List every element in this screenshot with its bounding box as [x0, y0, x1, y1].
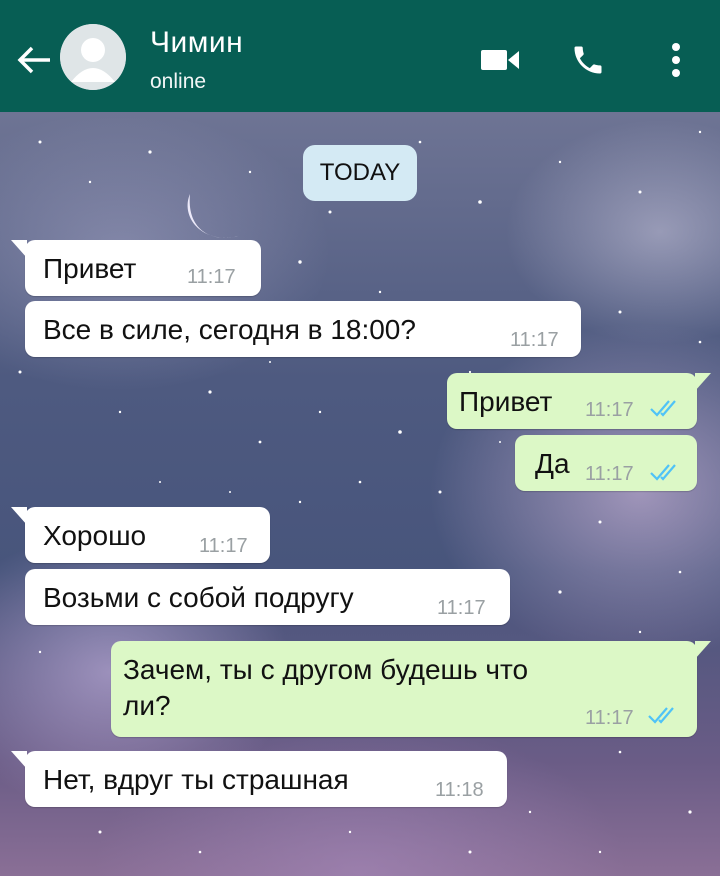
double-check-icon — [650, 464, 676, 481]
back-button[interactable] — [14, 40, 54, 80]
double-check-icon — [650, 400, 676, 417]
chat-header: Чимин online — [0, 0, 720, 112]
message-text: Привет — [459, 386, 553, 417]
message-time: 11:17 — [585, 707, 634, 729]
message-time: 11:18 — [435, 779, 484, 801]
message-text-line2: ли? — [123, 690, 171, 721]
contact-status: online — [150, 70, 207, 93]
message-incoming[interactable]: Все в силе, сегодня в 18:00? 11:17 — [25, 301, 581, 357]
message-text: Да — [535, 448, 570, 479]
arrow-left-icon — [17, 46, 50, 74]
message-time: 11:17 — [187, 266, 236, 288]
contact-name[interactable]: Чимин — [150, 26, 243, 60]
bubble-tail — [11, 751, 27, 769]
message-text: Привет — [43, 253, 137, 284]
phone-icon — [574, 46, 602, 74]
video-call-button[interactable] — [478, 38, 522, 82]
message-incoming[interactable]: Привет 11:17 — [11, 240, 261, 296]
message-incoming[interactable]: Хорошо 11:17 — [11, 507, 270, 563]
more-options-button[interactable] — [654, 38, 698, 82]
bubble-tail — [695, 373, 711, 391]
message-time: 11:17 — [510, 329, 559, 351]
message-time: 11:17 — [437, 597, 486, 619]
bubble-tail — [11, 240, 27, 258]
crescent-moon-icon — [187, 194, 238, 238]
avatar[interactable] — [60, 24, 126, 90]
message-time: 11:17 — [199, 535, 248, 557]
bubble-tail — [11, 507, 27, 525]
bubble-tail — [695, 641, 711, 659]
message-outgoing[interactable]: Да 11:17 — [515, 435, 697, 491]
message-incoming[interactable]: Нет, вдруг ты страшная 11:18 — [11, 751, 507, 807]
message-outgoing[interactable]: Привет 11:17 — [447, 373, 711, 429]
voice-call-button[interactable] — [566, 38, 610, 82]
double-check-icon — [648, 707, 674, 724]
message-text: Возьми с собой подругу — [43, 582, 354, 613]
message-text: Нет, вдруг ты страшная — [43, 764, 349, 795]
video-camera-icon — [481, 50, 519, 70]
message-text-line1: Зачем, ты с другом будешь что — [123, 654, 529, 685]
more-vert-icon — [672, 43, 680, 77]
message-time: 11:17 — [585, 399, 634, 421]
default-avatar-icon — [60, 24, 126, 90]
message-text: Хорошо — [43, 520, 147, 551]
message-text: Все в силе, сегодня в 18:00? — [43, 314, 416, 345]
message-incoming[interactable]: Возьми с собой подругу 11:17 — [25, 569, 510, 625]
message-outgoing[interactable]: Зачем, ты с другом будешь что ли? 11:17 — [111, 641, 711, 737]
message-time: 11:17 — [585, 463, 634, 485]
date-separator: TODAY — [303, 145, 417, 201]
